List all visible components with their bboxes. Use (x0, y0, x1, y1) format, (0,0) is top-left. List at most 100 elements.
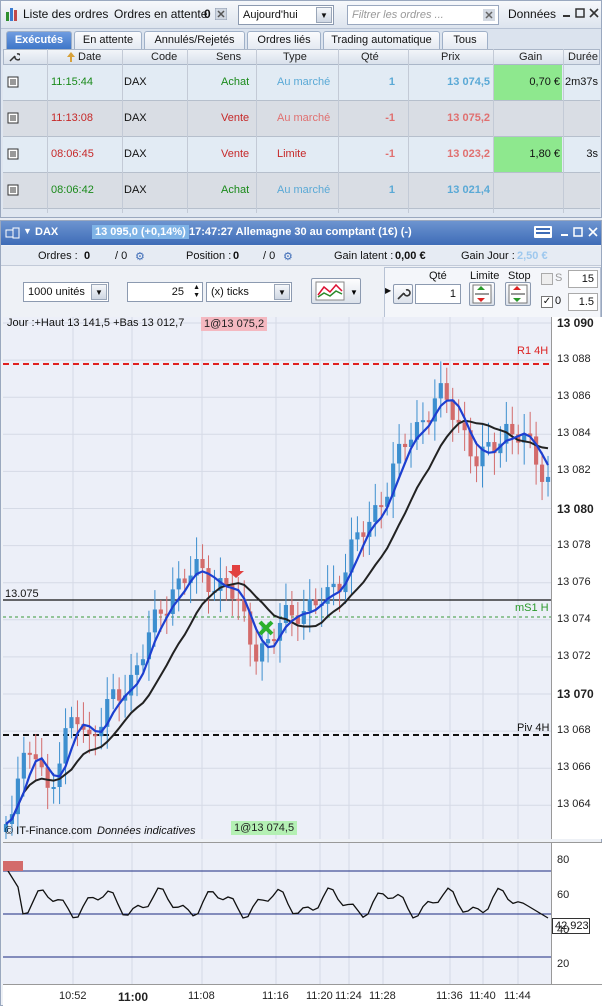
orders-info-value2: / 0 (115, 250, 128, 262)
keyboard-icon[interactable] (534, 226, 552, 241)
orders-info-label: Ordres : (38, 250, 78, 262)
limit-order-icon (472, 284, 492, 304)
units-select[interactable]: 1000 unités ▼ (23, 282, 109, 302)
oscillator-scale[interactable]: 42,923 80 60 40 20 (551, 842, 602, 984)
zero-input[interactable]: 1.5 (568, 293, 598, 311)
col-type[interactable]: Type (283, 51, 307, 63)
tab-all[interactable]: Tous (442, 31, 488, 50)
clear-filter-icon[interactable] (483, 9, 495, 24)
orders-list-label[interactable]: Liste des ordres (23, 7, 108, 21)
day-gain-value: 2,50 € (517, 250, 548, 262)
price-chart[interactable] (3, 317, 551, 854)
time-axis[interactable]: 10:52 11:00 11:08 11:16 11:20 11:24 11:28 11:36… (3, 984, 602, 1006)
col-duration[interactable]: Durée (568, 51, 598, 63)
chevron-down-icon[interactable]: ▼ (274, 284, 290, 300)
chart-symbol[interactable]: DAX (35, 226, 58, 238)
strategy-button[interactable]: ▼ (311, 278, 361, 304)
table-row[interactable]: 08:06:45 DAX Vente Limite -1 13 023,2 1,80 € 3s (3, 137, 600, 173)
col-qty[interactable]: Qté (361, 51, 379, 63)
price-scale[interactable]: 13 090 13 088 13 086 13 084 13 082 13 080 13 0… (551, 316, 602, 839)
candle-body (158, 609, 163, 614)
cell-time: 11:15:44 (51, 76, 94, 88)
candle-body (134, 665, 140, 675)
ticks-value: 25 (171, 286, 184, 298)
candle-body (260, 643, 265, 662)
orders-gear-icon[interactable]: ⚙ (135, 250, 145, 263)
candle-body (224, 578, 229, 585)
candle-body (438, 383, 443, 399)
doc-icon[interactable] (7, 148, 19, 163)
candle-body (486, 442, 491, 447)
chevron-down-icon[interactable]: ▼ (316, 7, 332, 23)
close-icon (589, 8, 599, 18)
col-code[interactable]: Code (151, 51, 177, 63)
stop-order-icon (508, 284, 528, 304)
candle-body (117, 689, 122, 701)
candle-body (152, 609, 157, 633)
tab-linked[interactable]: Ordres liés (247, 31, 321, 50)
wrench-icon (397, 289, 411, 300)
collapse-arrow-icon[interactable]: ▶ (385, 286, 391, 295)
s-checkbox[interactable] (541, 273, 553, 285)
ticks-spinner[interactable]: 25 ▲ ▼ (127, 282, 203, 302)
candle-body (206, 568, 211, 593)
stop-order-button[interactable] (505, 282, 531, 306)
doc-icon[interactable] (7, 76, 19, 91)
limit-order-button[interactable] (469, 282, 495, 306)
orders-panel: Liste des ordres Ordres en attente 0 Auj… (0, 0, 602, 218)
ticks-unit-select[interactable]: (x) ticks ▼ (206, 282, 292, 302)
oscillator-chart[interactable] (2, 843, 551, 985)
price-tick: 13 080 (557, 501, 594, 516)
table-row[interactable]: 08:06:42 DAX Achat Au marché 1 13 021,4 (3, 173, 600, 209)
pending-orders-label[interactable]: Ordres en attente (114, 7, 207, 21)
tab-automatic[interactable]: Trading automatique (323, 31, 440, 50)
cell-duration: 2m37s (564, 76, 598, 88)
doc-icon[interactable] (7, 112, 19, 127)
cell-price: 13 075,2 (447, 112, 490, 124)
position-gear-icon[interactable]: ⚙ (283, 250, 293, 263)
qty-input[interactable]: 1 (415, 284, 461, 304)
table-row[interactable]: 11:13:08 DAX Vente Au marché -1 13 075,2 (3, 101, 600, 137)
sell-order-tag[interactable]: 1@13 075,2 (201, 317, 268, 331)
s-input[interactable]: 15 (568, 270, 598, 288)
table-row[interactable]: 11:15:44 DAX Achat Au marché 1 13 074,5 0,70 €… (3, 65, 600, 101)
level-13075-label: 13.075 (5, 588, 39, 600)
data-menu-label[interactable]: Données (508, 7, 556, 21)
cell-type: Au marché (277, 112, 331, 124)
col-date[interactable]: Date (78, 51, 101, 63)
filter-input[interactable]: Filtrer les ordres ... (347, 5, 499, 25)
cell-code: DAX (124, 148, 147, 160)
cancel-all-icon[interactable] (214, 7, 228, 23)
cell-side: Vente (221, 112, 250, 124)
price-tick: 13 078 (557, 538, 591, 551)
chart-link-icon[interactable] (5, 226, 21, 243)
candle-body (420, 420, 426, 423)
oscillator-area[interactable] (2, 842, 551, 985)
tab-pending[interactable]: En attente (74, 31, 142, 50)
candle-body (444, 383, 449, 400)
tab-executed[interactable]: Exécutés (6, 31, 72, 50)
buy-order-tag[interactable]: 1@13 074,5 (231, 821, 298, 835)
sort-up-icon[interactable] (66, 51, 76, 66)
column-divider (256, 49, 257, 213)
piv-label: Piv 4H (517, 722, 550, 734)
settings-button[interactable] (393, 284, 413, 304)
qty-label: Qté (429, 270, 447, 282)
col-price[interactable]: Prix (441, 51, 460, 63)
price-chart-area[interactable]: Jour :+Haut 13 141,5 +Bas 13 012,7 1@13 … (3, 317, 551, 854)
period-select[interactable]: Aujourd'hui ▼ (238, 5, 334, 25)
oscillator-highlight (3, 861, 23, 871)
zero-checkbox[interactable]: ✓ (541, 296, 553, 308)
cell-time: 08:06:42 (51, 184, 94, 196)
symbol-chevron-icon[interactable]: ▼ (23, 226, 32, 236)
latent-gain-value: 0,00 € (395, 250, 426, 262)
tab-cancelled[interactable]: Annulés/Rejetés (144, 31, 245, 50)
col-gain[interactable]: Gain (519, 51, 542, 63)
wrench-icon[interactable] (8, 51, 22, 66)
doc-icon[interactable] (7, 184, 19, 199)
col-side[interactable]: Sens (216, 51, 241, 63)
spinner-arrows-icon[interactable]: ▲ ▼ (193, 284, 200, 300)
position-value2: / 0 (263, 250, 276, 262)
column-divider (408, 49, 409, 213)
chevron-down-icon[interactable]: ▼ (91, 284, 107, 300)
